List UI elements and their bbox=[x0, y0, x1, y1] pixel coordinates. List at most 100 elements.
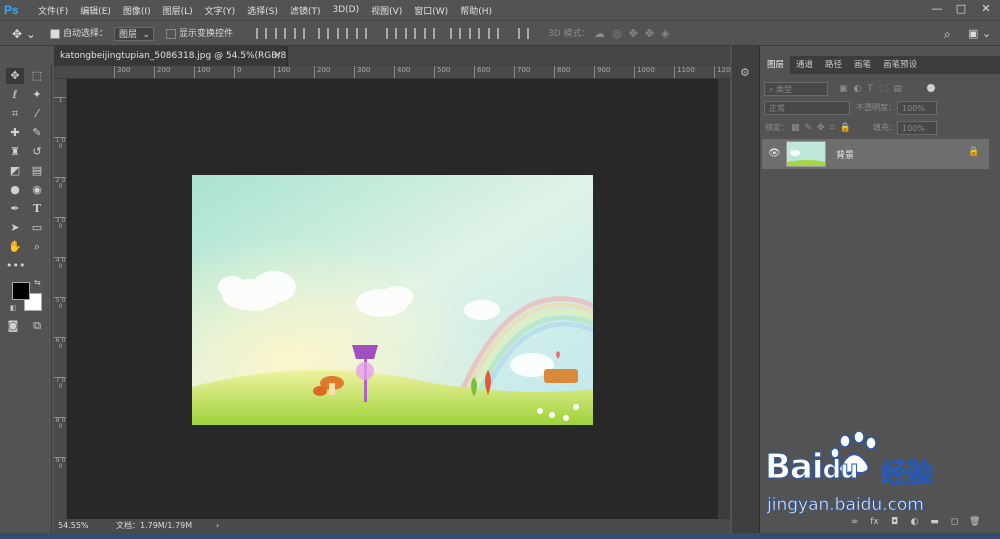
menu-type[interactable]: 文字(Y) bbox=[205, 4, 236, 17]
menu-bar: Ps 文件(F) 编辑(E) 图像(I) 图层(L) 文字(Y) 选择(S) 滤… bbox=[0, 0, 1000, 20]
search-icon: ⌕ bbox=[769, 85, 777, 94]
vertical-scrollbar[interactable] bbox=[718, 79, 730, 519]
history-brush-tool-icon[interactable]: ↺ bbox=[28, 144, 46, 160]
auto-select-checkbox[interactable]: 自动选择： bbox=[50, 27, 108, 41]
more-tools-icon[interactable]: ••• bbox=[6, 258, 25, 274]
brush-tool-icon[interactable]: ✎ bbox=[28, 125, 46, 141]
tab-brushes[interactable]: 画笔 bbox=[848, 56, 877, 74]
menu-filter[interactable]: 滤镜(T) bbox=[290, 4, 321, 17]
menu-help[interactable]: 帮助(H) bbox=[460, 4, 492, 17]
menu-image[interactable]: 图像(I) bbox=[123, 4, 151, 17]
document-title: katongbeijingtupian_5086318.jpg @ 54.5%(… bbox=[60, 51, 288, 61]
distribute-right-icon[interactable] bbox=[488, 28, 499, 39]
document-image[interactable] bbox=[192, 175, 593, 425]
menu-view[interactable]: 视图(V) bbox=[371, 4, 402, 17]
layer-thumbnail bbox=[786, 141, 826, 167]
zoom-tool-icon[interactable]: ⌕ bbox=[28, 239, 46, 255]
eyedropper-tool-icon[interactable]: ⁄ bbox=[28, 106, 46, 122]
filter-toggle-icon[interactable] bbox=[927, 84, 935, 92]
tab-channels[interactable]: 通道 bbox=[790, 56, 819, 74]
search-icon[interactable]: ⌕ bbox=[944, 27, 951, 41]
close-window-button[interactable]: ✕ bbox=[975, 0, 997, 18]
align-vcenter-icon[interactable] bbox=[275, 28, 286, 39]
baidu-watermark: Baidu 经验 jingyan.baidu.com bbox=[763, 430, 973, 521]
lock-icons[interactable]: ▩✎✥⌗🔒 bbox=[791, 121, 856, 135]
tab-brush-presets[interactable]: 画笔预设 bbox=[877, 56, 923, 74]
pen-tool-icon[interactable]: ✒ bbox=[6, 201, 24, 217]
ruler-tick: 300 bbox=[114, 66, 130, 78]
move-tool-preset-icon[interactable]: ✥ ⌄ bbox=[12, 27, 36, 41]
ruler-tick: 1 bbox=[54, 97, 66, 104]
lock-row: 锁定： ▩✎✥⌗🔒 填充： 100% bbox=[761, 118, 1000, 138]
properties-panel-icon[interactable]: ⚙ bbox=[740, 66, 750, 79]
baidu-jingyan-text: 经验 bbox=[880, 459, 934, 490]
healing-brush-tool-icon[interactable]: ✚ bbox=[6, 125, 24, 141]
blend-mode-dropdown[interactable]: 正常 bbox=[764, 101, 850, 115]
align-top-icon[interactable] bbox=[256, 28, 267, 39]
auto-select-dropdown[interactable]: 图层 ⌄ bbox=[114, 27, 154, 41]
maximize-button[interactable]: □ bbox=[950, 0, 972, 18]
ruler-tick: 600 bbox=[474, 66, 490, 78]
align-right-icon[interactable] bbox=[356, 28, 367, 39]
lasso-tool-icon[interactable]: ℓ bbox=[6, 87, 24, 103]
ruler-tick: 0 bbox=[234, 66, 241, 78]
menu-layer[interactable]: 图层(L) bbox=[163, 4, 193, 17]
clone-stamp-tool-icon[interactable]: ♜ bbox=[6, 144, 24, 160]
menu-3d[interactable]: 3D(D) bbox=[332, 5, 359, 15]
path-selection-tool-icon[interactable]: ➤ bbox=[6, 220, 24, 236]
blur-tool-icon[interactable]: ● bbox=[6, 182, 24, 198]
type-tool-icon[interactable]: T bbox=[28, 201, 46, 217]
ruler-tick: 700 bbox=[514, 66, 530, 78]
magic-wand-tool-icon[interactable]: ✦ bbox=[28, 87, 46, 103]
menu-window[interactable]: 窗口(W) bbox=[414, 4, 448, 17]
menu-edit[interactable]: 编辑(E) bbox=[80, 4, 111, 17]
layer-row-background[interactable]: 👁 背景 🔒 bbox=[762, 139, 989, 169]
tab-paths[interactable]: 路径 bbox=[819, 56, 848, 74]
align-bottom-icon[interactable] bbox=[294, 28, 305, 39]
distribute-top-icon[interactable] bbox=[386, 28, 397, 39]
distribute-hcenter-icon[interactable] bbox=[469, 28, 480, 39]
visibility-eye-icon[interactable]: 👁 bbox=[768, 148, 781, 159]
3d-tool-icons[interactable]: ☁◎✥✥◈ bbox=[594, 27, 677, 41]
menu-file[interactable]: 文件(F) bbox=[38, 4, 68, 17]
opacity-field[interactable]: 100% bbox=[897, 101, 937, 115]
align-hcenter-icon[interactable] bbox=[337, 28, 348, 39]
layer-filter-icons[interactable]: ▣◐T⬚▤ bbox=[839, 82, 908, 96]
layer-filter-dropdown[interactable]: ⌕ 类型 bbox=[764, 82, 828, 96]
distribute-left-icon[interactable] bbox=[450, 28, 461, 39]
status-menu-arrow[interactable]: › bbox=[216, 519, 219, 533]
quick-mask-icon[interactable]: ◙ bbox=[4, 318, 22, 334]
eraser-tool-icon[interactable]: ◩ bbox=[6, 163, 24, 179]
hand-tool-icon[interactable]: ✋ bbox=[6, 239, 24, 255]
show-transform-checkbox[interactable]: 显示变换控件 bbox=[166, 27, 233, 41]
tab-layers[interactable]: 图层 bbox=[761, 56, 791, 74]
gradient-tool-icon[interactable]: ▤ bbox=[28, 163, 46, 179]
dodge-tool-icon[interactable]: ◉ bbox=[28, 182, 46, 198]
ruler-tick: 300 bbox=[354, 66, 370, 78]
fill-field[interactable]: 100% bbox=[897, 121, 937, 135]
default-colors-icon[interactable]: ◧ bbox=[10, 304, 17, 312]
menu-select[interactable]: 选择(S) bbox=[247, 4, 278, 17]
workspace-switcher-icon[interactable]: ▣ ⌄ bbox=[968, 27, 991, 41]
ruler-tick: 6 0 0 bbox=[54, 337, 66, 350]
screen-mode-icon[interactable]: ⧉ bbox=[28, 318, 46, 334]
layer-filter-row: ⌕ 类型 ▣◐T⬚▤ bbox=[761, 79, 1000, 99]
align-left-icon[interactable] bbox=[318, 28, 329, 39]
marquee-tool-icon[interactable]: ⬚ bbox=[28, 68, 46, 84]
foreground-color-swatch[interactable] bbox=[12, 282, 30, 300]
document-tab[interactable]: katongbeijingtupian_5086318.jpg @ 54.5%(… bbox=[54, 46, 288, 66]
rectangle-tool-icon[interactable]: ▭ bbox=[28, 220, 46, 236]
crop-tool-icon[interactable]: ⌗ bbox=[6, 106, 24, 122]
distribute-bottom-icon[interactable] bbox=[424, 28, 435, 39]
minimize-button[interactable]: — bbox=[926, 0, 948, 18]
auto-align-icon[interactable] bbox=[518, 28, 529, 39]
zoom-level[interactable]: 54.55% bbox=[58, 519, 89, 533]
ruler-tick: 1 0 0 bbox=[54, 137, 66, 150]
ruler-tick: 800 bbox=[554, 66, 570, 78]
ruler-tick: 1000 bbox=[634, 66, 655, 78]
close-tab-icon[interactable]: ✕ bbox=[273, 46, 281, 66]
move-tool-icon[interactable]: ✥ bbox=[6, 68, 24, 84]
auto-select-value: 图层 bbox=[119, 30, 138, 40]
distribute-vcenter-icon[interactable] bbox=[405, 28, 416, 39]
swap-colors-icon[interactable]: ⇆ bbox=[34, 278, 41, 287]
